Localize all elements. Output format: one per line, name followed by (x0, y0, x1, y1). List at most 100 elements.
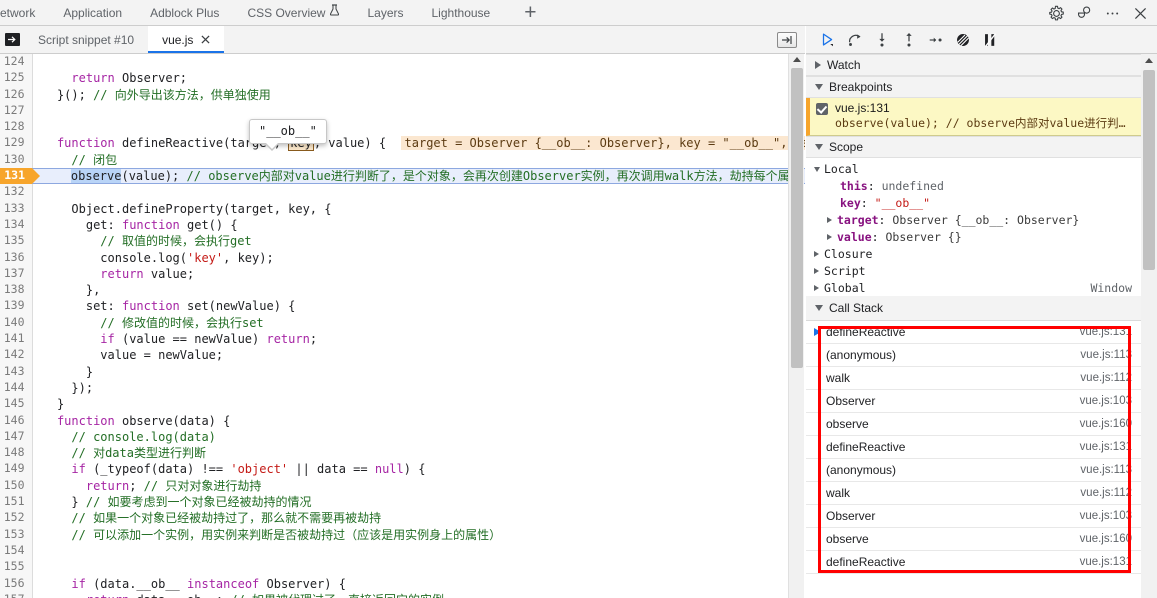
line-source[interactable] (32, 543, 805, 559)
line-source[interactable]: // 修改值的时候，会执行set (32, 315, 805, 331)
code-line: 138 }, (0, 282, 805, 299)
line-source[interactable]: // console.log(data) (32, 429, 805, 445)
code-line: 127 (0, 102, 805, 120)
code-line: 134 get: function get() { (0, 216, 805, 234)
panel-tab-layers[interactable]: Layers (353, 0, 417, 26)
line-source[interactable]: }(); // 向外导出该方法，供单独使用 (32, 87, 805, 103)
breakpoint-location[interactable]: vue.js:131 (835, 101, 890, 115)
feedback-icon[interactable] (1071, 0, 1097, 26)
scroll-up-arrow-icon[interactable] (793, 57, 801, 62)
scope-entry-value[interactable]: value: Observer {} (806, 228, 1141, 245)
more-tabs-icon[interactable] (777, 31, 797, 48)
line-source[interactable] (32, 559, 805, 575)
scope-group-global[interactable]: Global Window (806, 279, 1141, 296)
line-source[interactable]: // 可以添加一个实例，用实例来判断是否被劫持过（应该是用实例身上的属性） (32, 527, 805, 543)
line-source[interactable]: } (32, 364, 805, 380)
scope-entry-this[interactable]: this: undefined (806, 177, 1141, 194)
settings-icon[interactable] (1043, 0, 1069, 26)
section-scope[interactable]: Scope (806, 136, 1141, 158)
line-source[interactable]: function defineReactive(target, key, val… (32, 135, 805, 152)
line-source[interactable] (32, 184, 805, 200)
section-breakpoints[interactable]: Breakpoints (806, 76, 1141, 98)
editor-scrollbar[interactable] (788, 54, 804, 598)
line-source[interactable]: value = newValue; (32, 347, 805, 363)
line-source[interactable]: set: function set(newValue) { (32, 298, 805, 314)
close-icon[interactable] (1127, 0, 1153, 26)
file-tab-label: Script snippet #10 (38, 32, 135, 47)
code-viewport[interactable]: 124 125 return Observer; 126 }(); // 向外导… (0, 54, 805, 598)
scope-group-local[interactable]: Local (806, 160, 1141, 177)
show-navigator-button[interactable] (0, 26, 24, 53)
debugger-scrollbar-thumb[interactable] (1143, 70, 1155, 270)
panel-tab-css-overview[interactable]: CSS Overview (233, 0, 353, 26)
scope-group-closure[interactable]: Closure (806, 245, 1141, 262)
line-source[interactable]: observe(value); // observe内部对value进行判断了，… (32, 168, 805, 185)
file-tab-vue-js[interactable]: vue.js (148, 26, 225, 53)
line-source[interactable]: }, (32, 282, 805, 298)
debugger-scrollbar[interactable] (1141, 54, 1157, 598)
chevron-right-icon[interactable] (827, 216, 832, 223)
line-source[interactable]: // 如果一个对象已经被劫持过了，那么就不需要再被劫持 (32, 510, 805, 526)
line-source[interactable]: get: function get() { (32, 217, 805, 233)
line-source[interactable]: console.log('key', key); (32, 250, 805, 266)
call-stack-frame[interactable]: defineReactive vue.js:131 (806, 551, 1141, 574)
resume-script-button[interactable] (816, 28, 840, 52)
line-source[interactable]: return Observer; (32, 70, 805, 86)
line-source[interactable]: Object.defineProperty(target, key, { (32, 201, 805, 217)
call-stack-frame[interactable]: Observer vue.js:103 (806, 505, 1141, 528)
file-tab-script-snippet[interactable]: Script snippet #10 (24, 26, 148, 53)
section-watch[interactable]: Watch (806, 54, 1141, 76)
line-source[interactable]: } (32, 396, 805, 412)
scroll-up-arrow-icon[interactable] (1145, 58, 1153, 63)
line-source[interactable]: } // 如要考虑到一个对象已经被劫持的情况 (32, 494, 805, 510)
editor-scrollbar-thumb[interactable] (791, 68, 803, 368)
line-source[interactable] (32, 103, 805, 119)
line-source[interactable]: if (_typeof(data) !== 'object' || data =… (32, 461, 805, 477)
call-stack-frame[interactable]: walk vue.js:112 (806, 367, 1141, 390)
call-stack-frame[interactable]: (anonymous) vue.js:113 (806, 459, 1141, 482)
panel-tab-network[interactable]: etwork (0, 0, 49, 26)
call-stack-frame[interactable]: Observer vue.js:103 (806, 390, 1141, 413)
line-source[interactable] (32, 54, 805, 70)
section-call-stack[interactable]: Call Stack (806, 296, 1141, 321)
step-button[interactable] (924, 28, 948, 52)
call-stack-frame[interactable]: (anonymous) vue.js:113 (806, 344, 1141, 367)
line-source[interactable]: return value; (32, 266, 805, 282)
line-number: 147 (0, 428, 33, 446)
call-stack-frame[interactable]: defineReactive vue.js:131 (806, 436, 1141, 459)
line-source[interactable]: // 取值的时候，会执行get (32, 233, 805, 249)
call-stack-frame[interactable]: observe vue.js:160 (806, 528, 1141, 551)
breakpoint-item[interactable]: vue.js:131 observe(value); // observe内部对… (806, 98, 1141, 136)
chevron-right-icon[interactable] (827, 233, 832, 240)
code-line: 133 Object.defineProperty(target, key, { (0, 200, 805, 217)
panel-tab-lighthouse[interactable]: Lighthouse (418, 0, 505, 26)
line-source[interactable]: if (data.__ob__ instanceof Observer) { (32, 576, 805, 592)
line-source[interactable]: function observe(data) { (32, 413, 805, 429)
call-stack-frame[interactable]: defineReactive vue.js:131 (806, 321, 1141, 344)
deactivate-breakpoints-button[interactable] (951, 28, 975, 52)
breakpoint-checkbox[interactable] (816, 103, 828, 115)
scope-group-script[interactable]: Script (806, 262, 1141, 279)
line-source[interactable]: }); (32, 380, 805, 396)
call-stack-frame[interactable]: walk vue.js:112 (806, 482, 1141, 505)
line-source[interactable] (32, 119, 805, 135)
line-source[interactable]: return; // 只对对象进行劫持 (32, 478, 805, 494)
close-icon[interactable] (201, 34, 210, 46)
panel-tab-adblock-plus[interactable]: Adblock Plus (136, 0, 233, 26)
line-source[interactable]: // 对data类型进行判断 (32, 445, 805, 461)
line-source[interactable]: // 闭包 (32, 152, 805, 168)
scope-entry-target[interactable]: target: Observer {__ob__: Observer} (806, 211, 1141, 228)
code-line: 126 }(); // 向外导出该方法，供单独使用 (0, 86, 805, 103)
add-panel-button[interactable]: + (512, 2, 548, 23)
line-source[interactable]: return data.__ob__; // 如果被代理过了，直接返回它的实例 (32, 592, 805, 598)
step-into-button[interactable] (870, 28, 894, 52)
panel-tab-application[interactable]: Application (49, 0, 136, 26)
pause-on-exceptions-button[interactable] (978, 28, 1002, 52)
scope-entry-key[interactable]: key: "__ob__" (806, 194, 1141, 211)
step-over-button[interactable] (843, 28, 867, 52)
call-stack-frame[interactable]: observe vue.js:160 (806, 413, 1141, 436)
line-source[interactable]: if (value == newValue) return; (32, 331, 805, 347)
more-options-icon[interactable] (1099, 0, 1125, 26)
step-out-button[interactable] (897, 28, 921, 52)
breakpoint-snippet: observe(value); // observe内部对value进行判… (835, 116, 1126, 130)
